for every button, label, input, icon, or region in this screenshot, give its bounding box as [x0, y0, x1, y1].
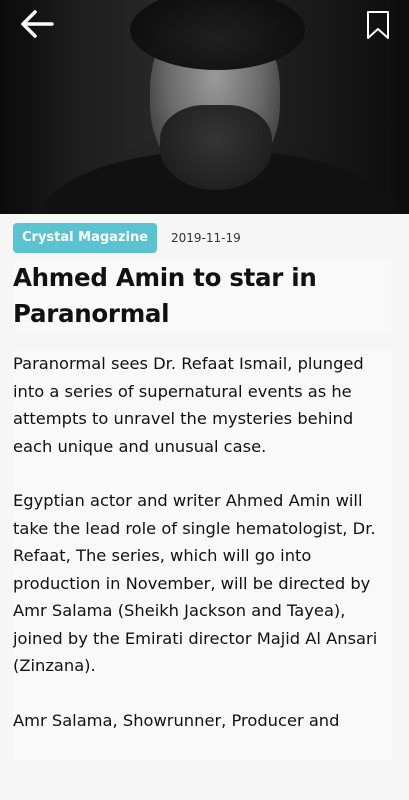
- hero-photo-beard: [160, 105, 272, 190]
- article-hero-image: [0, 0, 409, 214]
- article-paragraph: Amr Salama, Showrunner, Producer and: [13, 710, 340, 730]
- article-content: Crystal Magazine 2019-11-19 Ahmed Amin t…: [0, 214, 409, 800]
- back-button[interactable]: [18, 8, 54, 40]
- article-title: Ahmed Amin to star in Paranormal: [13, 263, 317, 328]
- article-body: Paranormal sees Dr. Refaat Ismail, plung…: [13, 350, 393, 761]
- article-meta: Crystal Magazine 2019-11-19: [13, 223, 241, 253]
- article-paragraph: Paranormal sees Dr. Refaat Ismail, plung…: [13, 354, 364, 456]
- title-container: Ahmed Amin to star in Paranormal: [13, 260, 391, 332]
- bookmark-button[interactable]: [366, 10, 390, 40]
- article-paragraph: Egyptian actor and writer Ahmed Amin wil…: [13, 491, 378, 675]
- article-screen: Crystal Magazine 2019-11-19 Ahmed Amin t…: [0, 0, 409, 800]
- bookmark-icon: [367, 11, 389, 39]
- source-badge[interactable]: Crystal Magazine: [13, 223, 158, 253]
- arrow-left-icon: [21, 10, 54, 38]
- publish-date: 2019-11-19: [171, 231, 241, 245]
